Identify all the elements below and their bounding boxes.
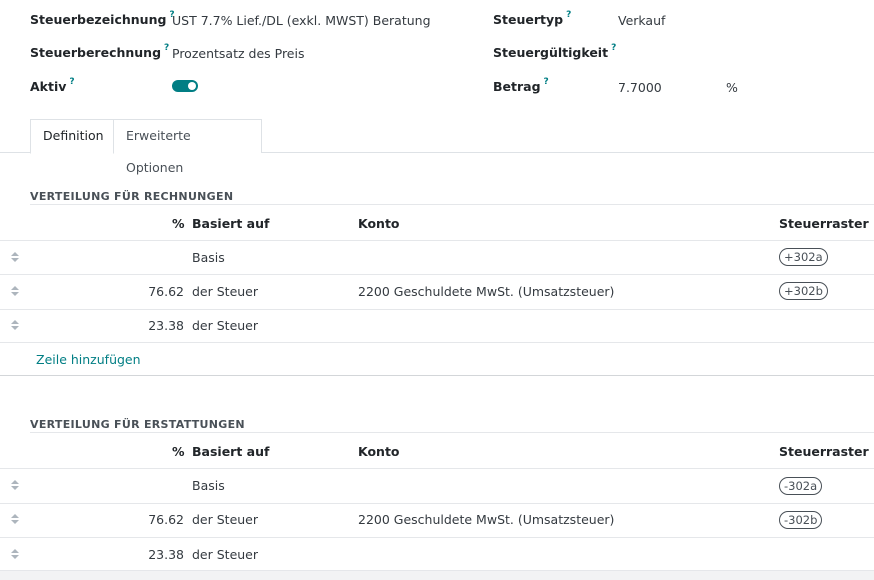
tax-grid-tag[interactable]: +302a [779,248,828,266]
help-marker[interactable]: ? [566,10,571,20]
active-toggle[interactable] [172,80,198,92]
column-account[interactable]: Konto [358,444,400,459]
help-marker[interactable]: ? [611,43,616,53]
divider [0,503,874,504]
column-tax-grids[interactable]: Steuerraster [779,216,869,231]
amount-input[interactable]: 7.7000 [618,80,662,95]
tax-name-field[interactable]: UST 7.7% Lief./DL (exkl. MWST) Beratung [172,13,431,28]
row-percent[interactable]: 23.38 [120,318,184,333]
add-line-link[interactable]: Zeile hinzufügen [36,352,141,367]
tax-computation-label: Steuerberechnung? [30,43,170,61]
divider [0,309,874,310]
tax-grid-tag[interactable]: -302a [779,477,823,495]
tab-advanced-options[interactable]: Erweiterte Optionen [114,119,262,175]
amount-label: Betrag? [493,77,549,95]
row-based-on[interactable]: der Steuer [192,284,258,299]
invoice-distribution-title: VERTEILUNG FÜR RECHNUNGEN [30,190,234,203]
tax-grid-tag[interactable]: -302b [779,511,823,529]
refund-distribution-title: VERTEILUNG FÜR ERSTATTUNGEN [30,418,245,431]
divider [30,432,874,433]
column-percent[interactable]: % [172,216,185,231]
drag-handle-icon[interactable] [11,514,19,524]
drag-handle-icon[interactable] [11,549,19,559]
tax-computation-select[interactable]: Prozentsatz des Preis [172,46,304,61]
amount-unit: % [726,80,738,95]
divider [0,342,874,343]
drag-handle-icon[interactable] [11,252,19,262]
drag-handle-icon[interactable] [11,480,19,490]
row-account[interactable]: 2200 Geschuldete MwSt. (Umsatzsteuer) [358,512,614,527]
row-percent[interactable]: 76.62 [120,512,184,527]
column-based-on[interactable]: Basiert auf [192,444,269,459]
tax-scope-label: Steuergültigkeit? [493,43,617,61]
tax-type-select[interactable]: Verkauf [618,13,665,28]
tax-type-label: Steuertyp? [493,10,572,28]
divider [0,537,874,538]
divider [0,375,874,376]
row-based-on[interactable]: der Steuer [192,547,258,562]
column-account[interactable]: Konto [358,216,400,231]
tax-name-label: Steuerbezeichnung? [30,10,175,28]
drag-handle-icon[interactable] [11,286,19,296]
tab-definition[interactable]: Definition [30,119,114,154]
tax-scope-select[interactable] [618,46,818,62]
active-label: Aktiv? [30,77,75,95]
column-tax-grids[interactable]: Steuerraster [779,444,869,459]
divider [0,468,874,469]
row-account[interactable]: 2200 Geschuldete MwSt. (Umsatzsteuer) [358,284,614,299]
row-percent[interactable]: 76.62 [120,284,184,299]
notebook-tabs: Definition Erweiterte Optionen [0,119,874,175]
toggle-knob [188,82,196,90]
row-based-on[interactable]: der Steuer [192,318,258,333]
column-based-on[interactable]: Basiert auf [192,216,269,231]
row-percent[interactable]: 23.38 [120,547,184,562]
list-footer [0,570,874,580]
divider [0,274,874,275]
row-based-on[interactable]: Basis [192,250,225,265]
drag-handle-icon[interactable] [11,320,19,330]
tax-grid-tag[interactable]: +302b [779,282,828,300]
help-marker[interactable]: ? [164,43,169,53]
row-based-on[interactable]: Basis [192,478,225,493]
row-based-on[interactable]: der Steuer [192,512,258,527]
column-percent[interactable]: % [172,444,185,459]
help-marker[interactable]: ? [544,77,549,87]
help-marker[interactable]: ? [69,77,74,87]
divider [30,204,874,205]
divider [0,240,874,241]
